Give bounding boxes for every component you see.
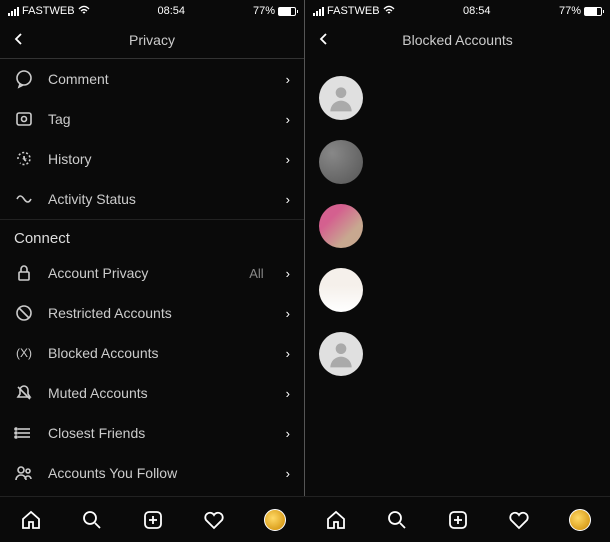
battery-icon (278, 7, 296, 16)
blocked-account-row[interactable] (319, 258, 596, 322)
signal-icon (313, 7, 324, 16)
item-tag[interactable]: Tag › (0, 99, 304, 139)
status-bar: FASTWEB 08:54 77% (0, 0, 304, 22)
item-comment[interactable]: Comment › (0, 58, 304, 99)
item-restricted[interactable]: Restricted Accounts › (0, 293, 304, 333)
profile-avatar-icon (569, 509, 591, 531)
item-label: Muted Accounts (48, 385, 272, 401)
nav-profile[interactable] (263, 508, 287, 532)
svg-text:+: + (22, 154, 27, 164)
item-muted[interactable]: Muted Accounts › (0, 373, 304, 413)
item-label: Activity Status (48, 191, 272, 207)
item-label: Restricted Accounts (48, 305, 272, 321)
avatar (319, 332, 363, 376)
chevron-right-icon: › (286, 152, 290, 167)
chevron-right-icon: › (286, 386, 290, 401)
battery-icon (584, 7, 602, 16)
nav-search[interactable] (80, 508, 104, 532)
bottom-nav (0, 496, 610, 542)
item-blocked[interactable]: (X) Blocked Accounts › (0, 333, 304, 373)
comment-icon (14, 69, 34, 89)
activity-icon (14, 189, 34, 209)
carrier-label: FASTWEB (22, 5, 75, 17)
item-label: Closest Friends (48, 425, 272, 441)
item-history[interactable]: + History › (0, 139, 304, 179)
blocked-icon: (X) (14, 343, 34, 363)
chevron-right-icon: › (286, 266, 290, 281)
follow-icon (14, 463, 34, 483)
history-icon: + (14, 149, 34, 169)
signal-icon (8, 7, 19, 16)
item-label: History (48, 151, 272, 167)
section-connect: Connect (0, 219, 304, 253)
item-label: Tag (48, 111, 272, 127)
battery-pct: 77% (253, 5, 275, 17)
status-bar: FASTWEB 08:54 77% (305, 0, 610, 22)
lock-icon (14, 263, 34, 283)
back-button[interactable] (317, 30, 331, 51)
header: Privacy (0, 22, 304, 58)
page-title: Blocked Accounts (402, 32, 513, 48)
time-label: 08:54 (158, 5, 186, 17)
chevron-right-icon: › (286, 112, 290, 127)
chevron-right-icon: › (286, 306, 290, 321)
nav-add[interactable] (141, 508, 165, 532)
nav-add[interactable] (446, 508, 470, 532)
blocked-account-row[interactable] (319, 194, 596, 258)
avatar (319, 140, 363, 184)
blocked-account-row[interactable] (319, 322, 596, 386)
restricted-icon (14, 303, 34, 323)
avatar (319, 204, 363, 248)
item-label: Blocked Accounts (48, 345, 272, 361)
muted-icon (14, 383, 34, 403)
item-value: All (249, 266, 263, 281)
chevron-right-icon: › (286, 72, 290, 87)
carrier-label: FASTWEB (327, 5, 380, 17)
item-account-privacy[interactable]: Account Privacy All › (0, 253, 304, 293)
item-label: Accounts You Follow (48, 465, 272, 481)
chevron-right-icon: › (286, 426, 290, 441)
item-closest[interactable]: Closest Friends › (0, 413, 304, 453)
nav-profile[interactable] (568, 508, 592, 532)
nav-activity[interactable] (202, 508, 226, 532)
nav-activity[interactable] (507, 508, 531, 532)
nav-search[interactable] (385, 508, 409, 532)
wifi-icon (383, 5, 395, 18)
item-label: Comment (48, 71, 272, 87)
profile-avatar-icon (264, 509, 286, 531)
chevron-right-icon: › (286, 192, 290, 207)
item-follow[interactable]: Accounts You Follow › (0, 453, 304, 493)
chevron-right-icon: › (286, 346, 290, 361)
item-label: Account Privacy (48, 265, 235, 281)
blocked-account-row[interactable] (319, 130, 596, 194)
item-activity[interactable]: Activity Status › (0, 179, 304, 219)
blocked-account-row[interactable] (319, 66, 596, 130)
tag-icon (14, 109, 34, 129)
chevron-right-icon: › (286, 466, 290, 481)
back-button[interactable] (12, 30, 26, 51)
closest-icon (14, 423, 34, 443)
time-label: 08:54 (463, 5, 491, 17)
avatar (319, 268, 363, 312)
nav-home[interactable] (324, 508, 348, 532)
battery-pct: 77% (559, 5, 581, 17)
header: Blocked Accounts (305, 22, 610, 58)
wifi-icon (78, 5, 90, 18)
page-title: Privacy (129, 32, 175, 48)
avatar (319, 76, 363, 120)
nav-home[interactable] (19, 508, 43, 532)
svg-text:(X): (X) (16, 346, 32, 360)
